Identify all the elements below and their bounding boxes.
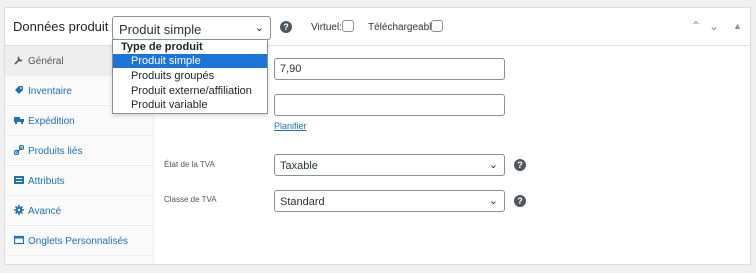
- chevron-down-icon: ⌄: [488, 159, 498, 171]
- tab-linked-products[interactable]: Produits liés: [5, 136, 153, 166]
- tab-attributes[interactable]: Attributs: [5, 166, 153, 196]
- help-icon[interactable]: ?: [280, 21, 292, 33]
- tab-inventory-label: Inventaire: [28, 86, 72, 97]
- tax-class-select[interactable]: Standard ⌄: [274, 190, 505, 212]
- dropdown-option[interactable]: Produit variable: [113, 98, 267, 112]
- wrench-icon: [14, 55, 24, 65]
- move-up-icon[interactable]: ⌃: [691, 19, 701, 33]
- dropdown-option[interactable]: Produit simple: [113, 54, 267, 68]
- help-icon[interactable]: ?: [514, 195, 526, 207]
- tab-custom-tabs-label: Onglets Personnalisés: [28, 236, 129, 247]
- gear-icon: [14, 205, 24, 215]
- sale-price-input[interactable]: [274, 94, 505, 116]
- product-type-value: Produit simple: [119, 22, 202, 37]
- tag-icon: [14, 85, 24, 95]
- truck-icon: [14, 115, 24, 125]
- product-data-title: Données produit —: [13, 19, 126, 34]
- tax-status-select[interactable]: Taxable ⌄: [274, 154, 505, 176]
- chevron-down-icon: ⌄: [488, 195, 498, 207]
- regular-price-input[interactable]: 7,90: [274, 58, 505, 80]
- downloadable-label: Téléchargeable:: [368, 22, 440, 33]
- virtual-checkbox[interactable]: [342, 20, 354, 32]
- link-icon: [13, 144, 25, 156]
- tab-advanced-label: Avancé: [28, 206, 62, 217]
- tab-linked-products-label: Produits liés: [28, 146, 83, 157]
- tab-custom-tabs[interactable]: Onglets Personnalisés: [5, 226, 153, 256]
- list-icon: [14, 175, 24, 185]
- tab-advanced[interactable]: Avancé: [5, 196, 153, 226]
- dropdown-option[interactable]: Produit externe/affiliation: [113, 84, 267, 98]
- help-icon[interactable]: ?: [514, 159, 526, 171]
- move-down-icon[interactable]: ⌄: [709, 19, 719, 33]
- dropdown-option[interactable]: Produits groupés: [113, 69, 267, 83]
- tab-attributes-label: Attributs: [28, 176, 65, 187]
- virtual-label: Virtuel:: [311, 22, 342, 33]
- downloadable-checkbox[interactable]: [431, 20, 443, 32]
- schedule-link[interactable]: Planifier: [274, 121, 307, 131]
- dropdown-group-label: Type de produit: [121, 41, 203, 53]
- tab-shipping-label: Expédition: [28, 116, 75, 127]
- tax-class-label: Classe de TVA: [164, 195, 217, 204]
- tax-status-value: Taxable: [280, 160, 318, 172]
- tabs-icon: [13, 235, 25, 245]
- tax-status-label: État de la TVA: [164, 160, 215, 169]
- product-type-dropdown: Type de produit Produit simple Produits …: [112, 39, 268, 114]
- product-type-select[interactable]: Produit simple ⌄: [112, 16, 271, 40]
- tab-general-label: Général: [28, 56, 64, 67]
- tax-class-value: Standard: [280, 196, 325, 208]
- chevron-down-icon: ⌄: [254, 22, 264, 34]
- collapse-toggle-icon[interactable]: ▲: [733, 21, 742, 31]
